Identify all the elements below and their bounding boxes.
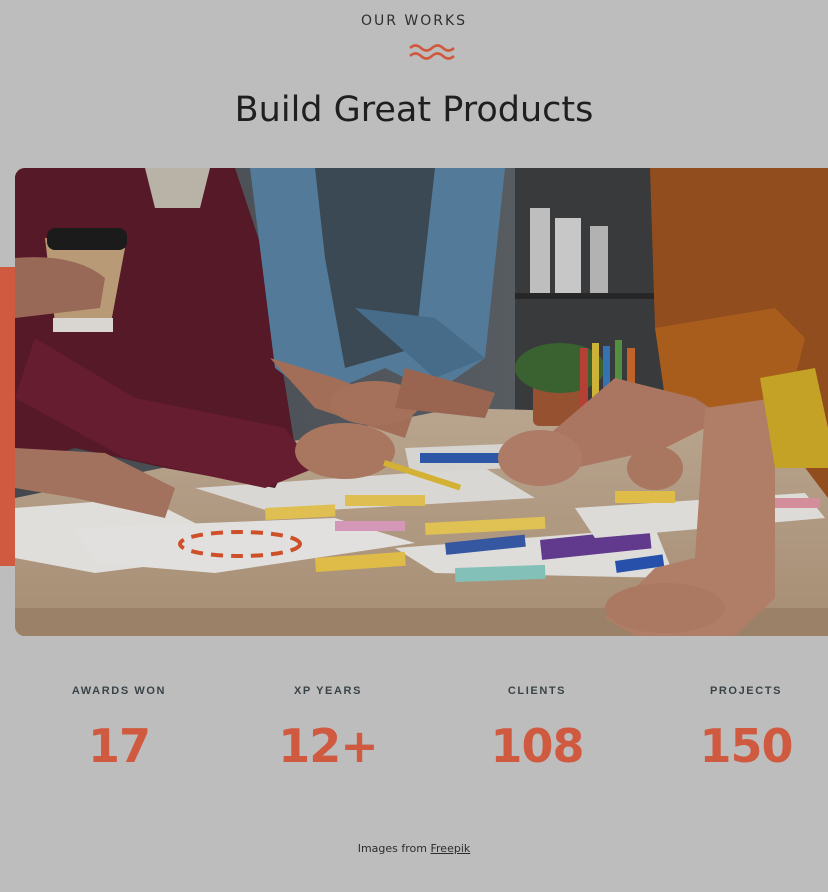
accent-bar xyxy=(0,267,15,566)
section-eyebrow: OUR WORKS xyxy=(360,13,468,29)
stat-label: AWARDS WON xyxy=(71,685,167,697)
page-title: Build Great Products xyxy=(234,90,594,130)
credit-prefix: Images from xyxy=(357,842,427,855)
stat-xp-years: XP YEARS 12+ xyxy=(238,685,418,773)
stats-row: AWARDS WON 17 XP YEARS 12+ CLIENTS 108 P… xyxy=(0,685,828,785)
hero-image xyxy=(15,168,828,636)
stat-value: 17 xyxy=(87,719,151,773)
stat-value: 108 xyxy=(490,719,584,773)
wave-divider-icon xyxy=(409,44,455,60)
team-planning-photo xyxy=(15,168,828,636)
stat-awards: AWARDS WON 17 xyxy=(29,685,209,773)
stat-value: 150 xyxy=(699,719,793,773)
image-credit: Images from Freepik xyxy=(0,842,828,855)
freepik-link[interactable]: Freepik xyxy=(431,842,471,855)
stat-projects: PROJECTS 150 xyxy=(656,685,828,773)
stat-value: 12+ xyxy=(278,719,379,773)
stat-label: CLIENTS xyxy=(507,685,567,697)
stat-label: XP YEARS xyxy=(293,685,363,697)
stat-clients: CLIENTS 108 xyxy=(447,685,627,773)
stat-label: PROJECTS xyxy=(709,685,783,697)
